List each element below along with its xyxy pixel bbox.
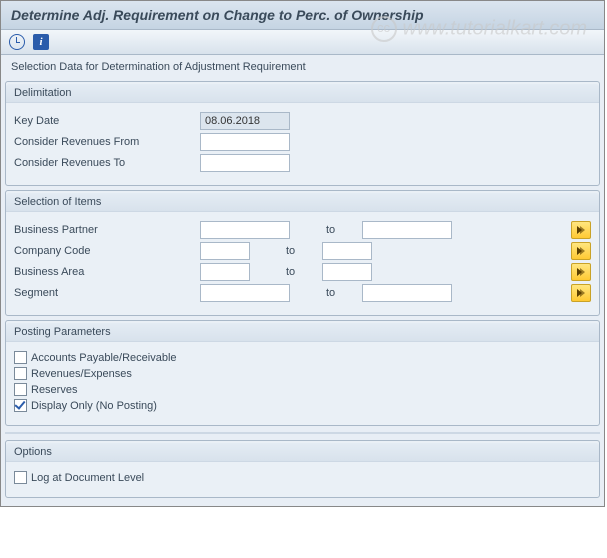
key-date-label: Key Date xyxy=(14,115,194,127)
divider xyxy=(5,432,600,434)
group-title: Delimitation xyxy=(6,84,599,103)
window-title: Determine Adj. Requirement on Change to … xyxy=(1,1,604,30)
sel-to-field[interactable] xyxy=(322,263,372,281)
multiple-selection-button[interactable] xyxy=(571,284,591,302)
checkbox[interactable] xyxy=(14,351,27,364)
checkbox-label: Reserves xyxy=(31,384,77,396)
to-label: to xyxy=(286,266,316,278)
checkbox-label: Revenues/Expenses xyxy=(31,368,132,380)
sel-to-field[interactable] xyxy=(362,284,452,302)
to-label: to xyxy=(286,245,316,257)
group-options: Options Log at Document Level xyxy=(5,440,600,498)
sel-label: Business Partner xyxy=(14,224,194,236)
group-title: Selection of Items xyxy=(6,193,599,212)
checkbox-label: Display Only (No Posting) xyxy=(31,400,157,412)
rev-from-field[interactable] xyxy=(200,133,290,151)
info-icon[interactable]: i xyxy=(33,34,49,50)
rev-from-label: Consider Revenues From xyxy=(14,136,194,148)
sel-from-field[interactable] xyxy=(200,263,250,281)
checkbox[interactable] xyxy=(14,367,27,380)
multiple-selection-button[interactable] xyxy=(571,263,591,281)
group-delimitation: Delimitation Key Date Consider Revenues … xyxy=(5,81,600,186)
toolbar: i xyxy=(1,30,604,55)
sel-label: Company Code xyxy=(14,245,194,257)
group-title: Options xyxy=(6,443,599,462)
sel-from-field[interactable] xyxy=(200,221,290,239)
section-header: Selection Data for Determination of Adju… xyxy=(5,57,600,77)
rev-to-label: Consider Revenues To xyxy=(14,157,194,169)
execute-icon[interactable] xyxy=(9,34,25,50)
sel-label: Segment xyxy=(14,287,194,299)
to-label: to xyxy=(326,224,356,236)
sel-from-field[interactable] xyxy=(200,242,250,260)
sel-from-field[interactable] xyxy=(200,284,290,302)
group-posting: Posting Parameters Accounts Payable/Rece… xyxy=(5,320,600,426)
group-selection: Selection of Items Business Partner to Com… xyxy=(5,190,600,316)
to-label: to xyxy=(326,287,356,299)
sel-label: Business Area xyxy=(14,266,194,278)
checkbox[interactable] xyxy=(14,399,27,412)
key-date-field[interactable] xyxy=(200,112,290,130)
rev-to-field[interactable] xyxy=(200,154,290,172)
multiple-selection-button[interactable] xyxy=(571,221,591,239)
checkbox-label: Log at Document Level xyxy=(31,472,144,484)
multiple-selection-button[interactable] xyxy=(571,242,591,260)
checkbox[interactable] xyxy=(14,471,27,484)
checkbox[interactable] xyxy=(14,383,27,396)
checkbox-label: Accounts Payable/Receivable xyxy=(31,352,177,364)
group-title: Posting Parameters xyxy=(6,323,599,342)
sel-to-field[interactable] xyxy=(362,221,452,239)
sel-to-field[interactable] xyxy=(322,242,372,260)
